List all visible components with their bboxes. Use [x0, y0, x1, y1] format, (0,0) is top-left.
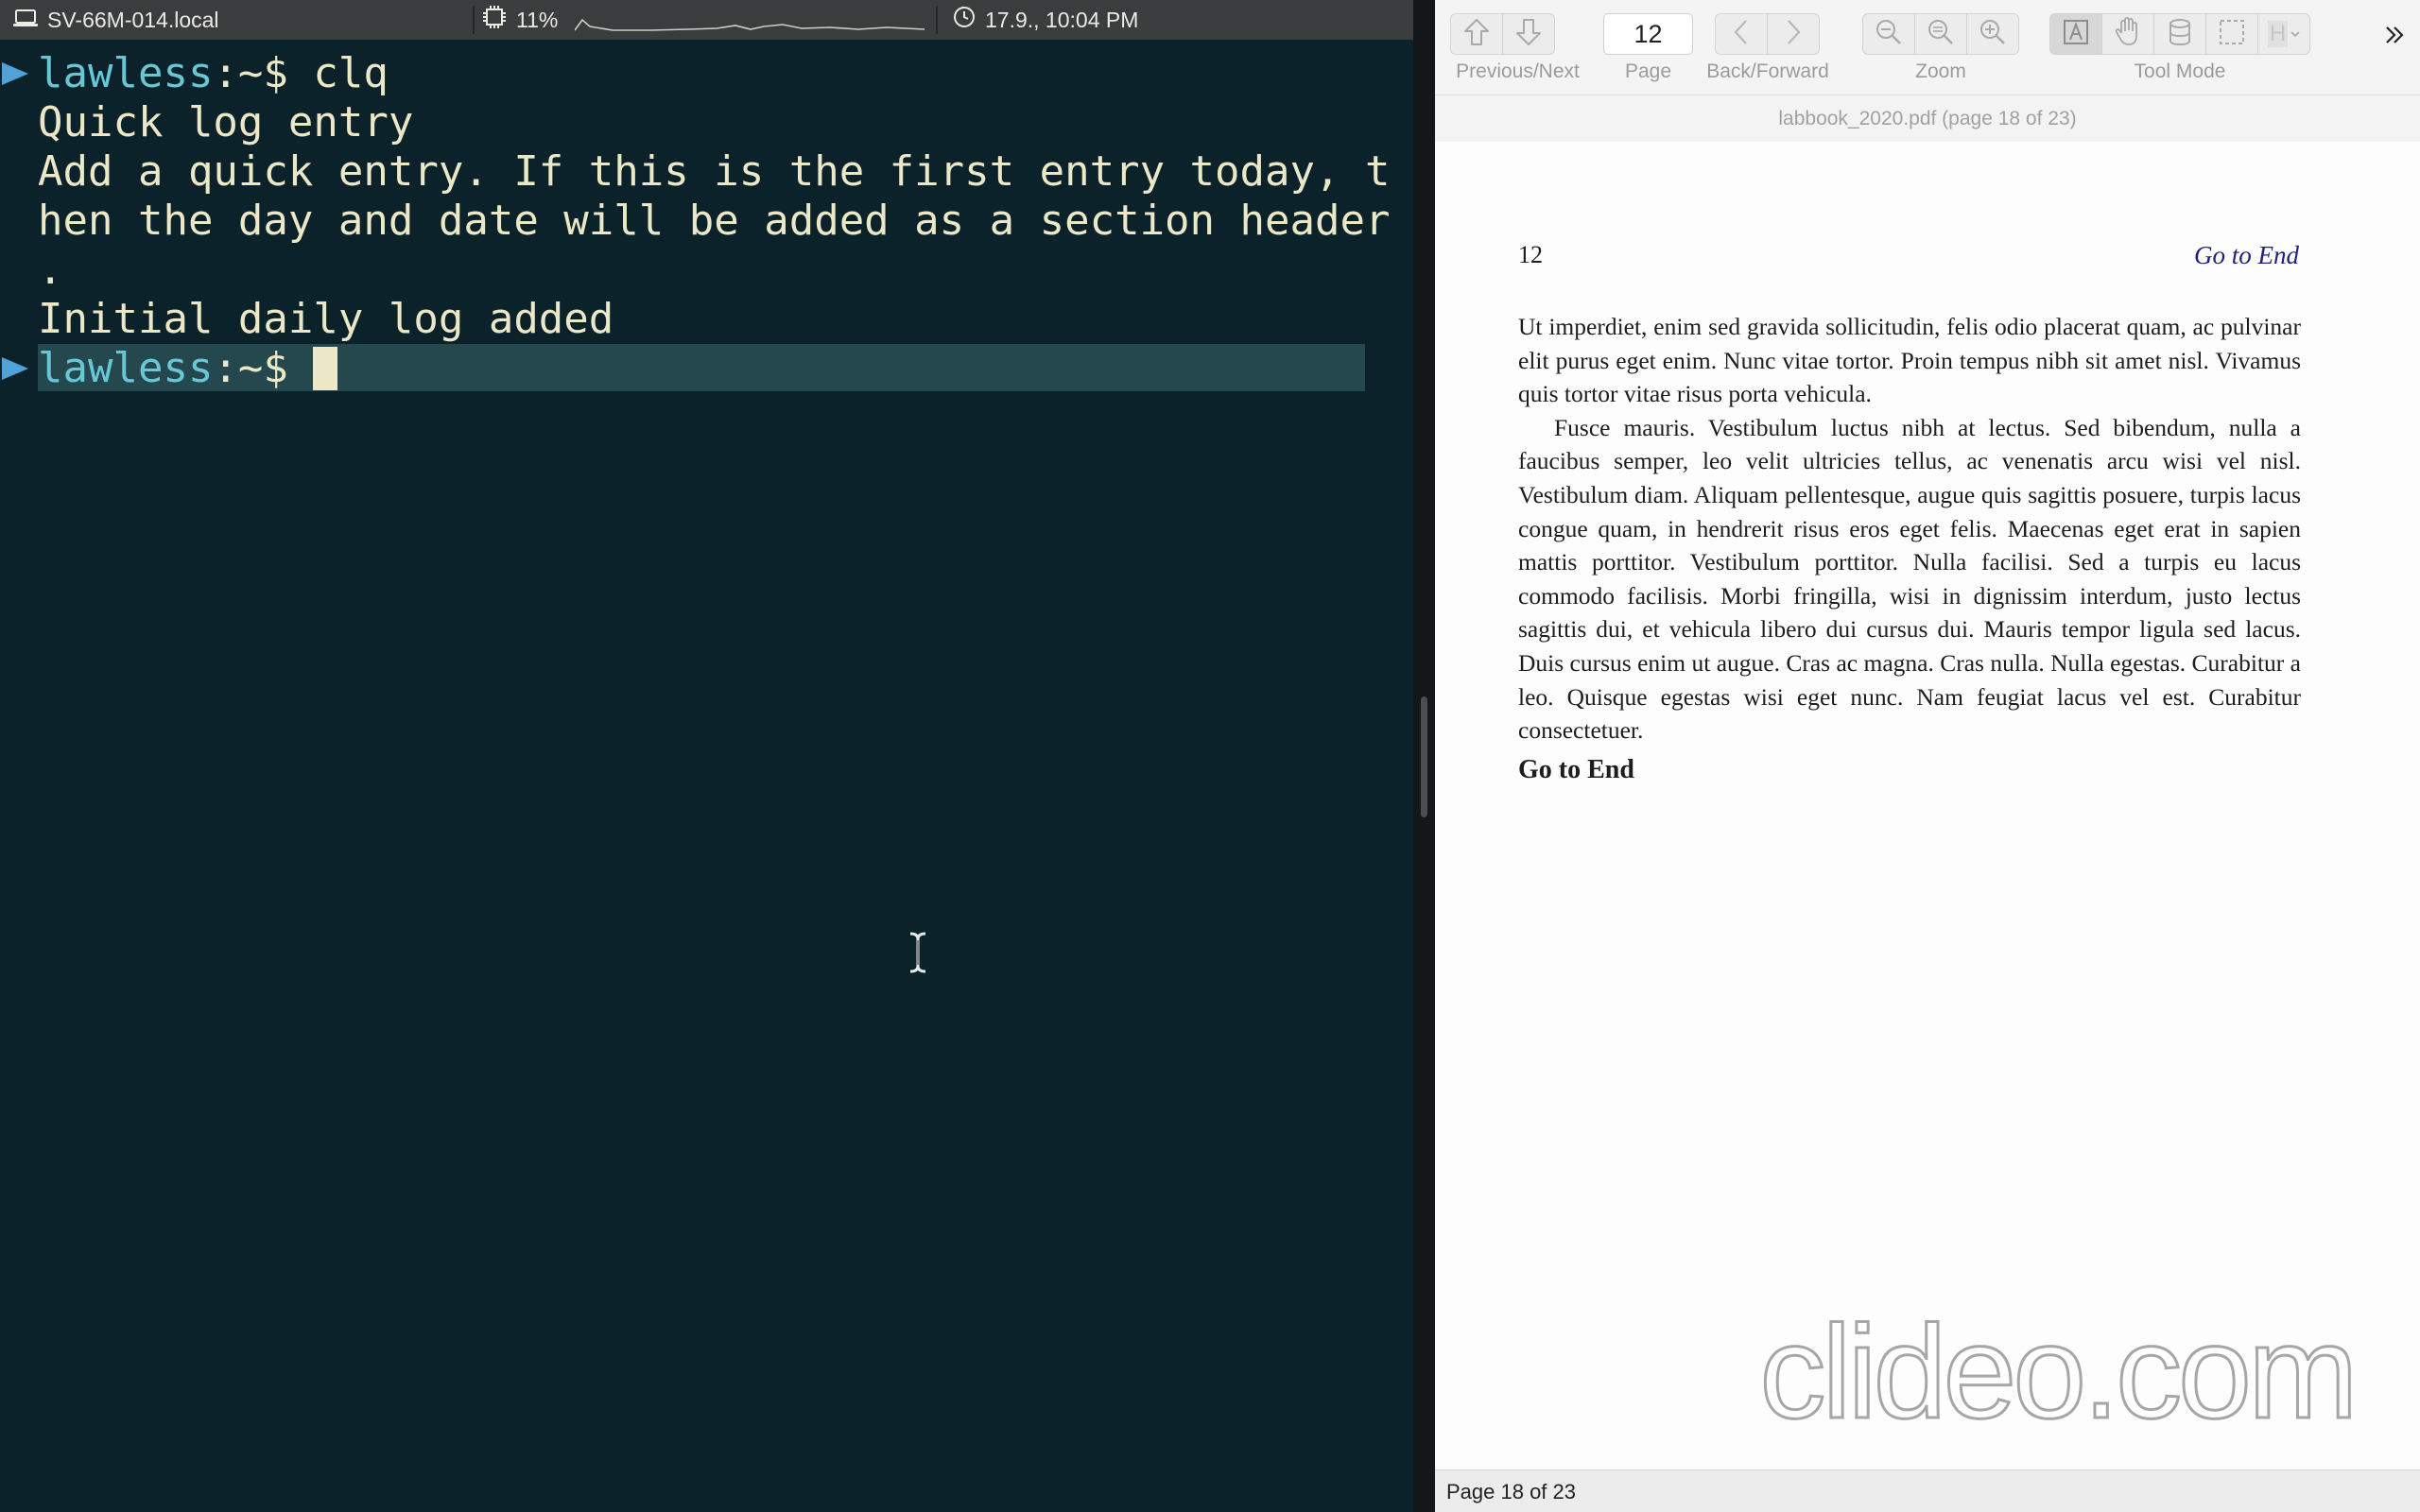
arrow-down-icon — [1514, 17, 1543, 52]
chevron-right-icon — [1784, 18, 1803, 51]
chevron-down-icon — [2290, 26, 2300, 43]
tmux-status-bar: SV-66M-014.local 11% 17.9., 10:04 PM — [0, 0, 1413, 40]
zoom-out-icon — [1875, 18, 1903, 51]
go-to-end-link[interactable]: Go to End — [2194, 241, 2299, 270]
hand-icon — [2114, 16, 2142, 52]
cpu-percentage: 11% — [516, 7, 559, 32]
pdf-viewer-window[interactable]: Previous/Next 12 Page Back/Forward Zoom — [1435, 0, 2420, 1512]
terminal-window[interactable]: SV-66M-014.local 11% 17.9., 10:04 PM law… — [0, 0, 1413, 1512]
zoom-in-icon — [1979, 18, 2007, 51]
paragraph: Ut imperdiet, enim sed gravida sollicitu… — [1518, 313, 2301, 408]
prompt-path: :~$ — [213, 344, 288, 392]
zoom-out-button[interactable] — [1914, 13, 1967, 55]
text-tool-button[interactable] — [2049, 13, 2102, 55]
hostname: SV-66M-014.local — [47, 7, 219, 32]
back-forward-label: Back/Forward — [1706, 60, 1829, 82]
output-line: Initial daily log added — [38, 295, 614, 343]
clock-icon — [953, 6, 976, 34]
prev-next-label: Previous/Next — [1456, 60, 1580, 82]
toolbar-overflow-button[interactable] — [2380, 21, 2409, 49]
output-line: Add a quick entry. If this is the first … — [38, 147, 1391, 196]
viewer-status-bar: Page 18 of 23 — [1435, 1469, 2420, 1512]
viewer-toolbar: Previous/Next 12 Page Back/Forward Zoom — [1435, 0, 2420, 94]
scroll-tool-button[interactable] — [2101, 13, 2154, 55]
prompt-arrow-icon — [0, 49, 30, 98]
output-line: Quick log entry — [38, 98, 414, 146]
current-prompt-line[interactable]: lawless:~$ — [38, 344, 338, 393]
text-cursor — [313, 347, 338, 390]
command-text: clq — [313, 49, 389, 97]
document-title: labbook_2020.pdf (page 18 of 23) — [1435, 94, 2420, 143]
prompt-user: lawless — [38, 344, 214, 392]
watermark-text: clideo.com — [1759, 1297, 2354, 1446]
back-button[interactable] — [1715, 13, 1768, 55]
select-tool-button[interactable] — [2205, 13, 2258, 55]
command-line: lawless:~$ clq — [38, 49, 389, 98]
tool-mode-label: Tool Mode — [2134, 60, 2226, 82]
chevron-left-icon — [1732, 18, 1751, 51]
output-line: hen the day and date will be added as a … — [38, 197, 1391, 245]
clock-segment: 17.9., 10:04 PM — [953, 0, 1138, 40]
highlight-tool-dropdown[interactable]: H — [2257, 13, 2310, 55]
prompt-arrow-icon — [0, 344, 30, 393]
output-line: . — [38, 246, 63, 294]
host-segment: SV-66M-014.local — [13, 0, 219, 40]
cpu-segment: 11% — [482, 0, 558, 40]
laptop-icon — [13, 8, 38, 33]
text-select-icon — [2062, 18, 2090, 51]
forward-button[interactable] — [1767, 13, 1820, 55]
datetime: 17.9., 10:04 PM — [985, 7, 1139, 32]
dashed-rectangle-icon — [2218, 18, 2246, 51]
zoom-label: Zoom — [1915, 60, 1966, 82]
cpu-chip-icon — [482, 5, 507, 35]
status-separator — [936, 6, 938, 34]
page-label: Page — [1624, 60, 1672, 82]
double-chevron-right-icon — [2380, 26, 2409, 53]
prompt-path: :~$ — [213, 49, 288, 97]
highlighter-icon — [2168, 18, 2192, 51]
page-number: 12 — [1518, 241, 1543, 268]
cpu-sparkline — [575, 0, 925, 40]
page-number-input[interactable]: 12 — [1603, 13, 1693, 55]
prompt-user: lawless — [38, 49, 214, 97]
split-divider[interactable] — [1413, 0, 1435, 1512]
pdf-page[interactable]: 12 Go to End Ut imperdiet, enim sed grav… — [1435, 142, 2420, 1469]
next-page-button[interactable] — [1502, 13, 1555, 55]
status-separator — [473, 6, 475, 34]
page-body: Ut imperdiet, enim sed gravida sollicitu… — [1518, 310, 2301, 747]
previous-page-button[interactable] — [1450, 13, 1503, 55]
ibeam-cursor-icon — [906, 931, 930, 974]
zoom-minus-icon — [1927, 18, 1955, 51]
arrow-up-icon — [1462, 17, 1491, 52]
clideo-watermark: clideo.com — [1758, 1297, 2360, 1448]
zoom-to-fit-button[interactable] — [1862, 13, 1915, 55]
scrollbar-thumb[interactable] — [1421, 696, 1427, 817]
section-heading: Go to End — [1518, 755, 1634, 784]
annotate-tool-button[interactable] — [2153, 13, 2206, 55]
paragraph: Fusce mauris. Vestibulum luctus nibh at … — [1518, 413, 2301, 745]
highlight-letter-icon: H — [2267, 21, 2289, 47]
zoom-in-button[interactable] — [1966, 13, 2019, 55]
